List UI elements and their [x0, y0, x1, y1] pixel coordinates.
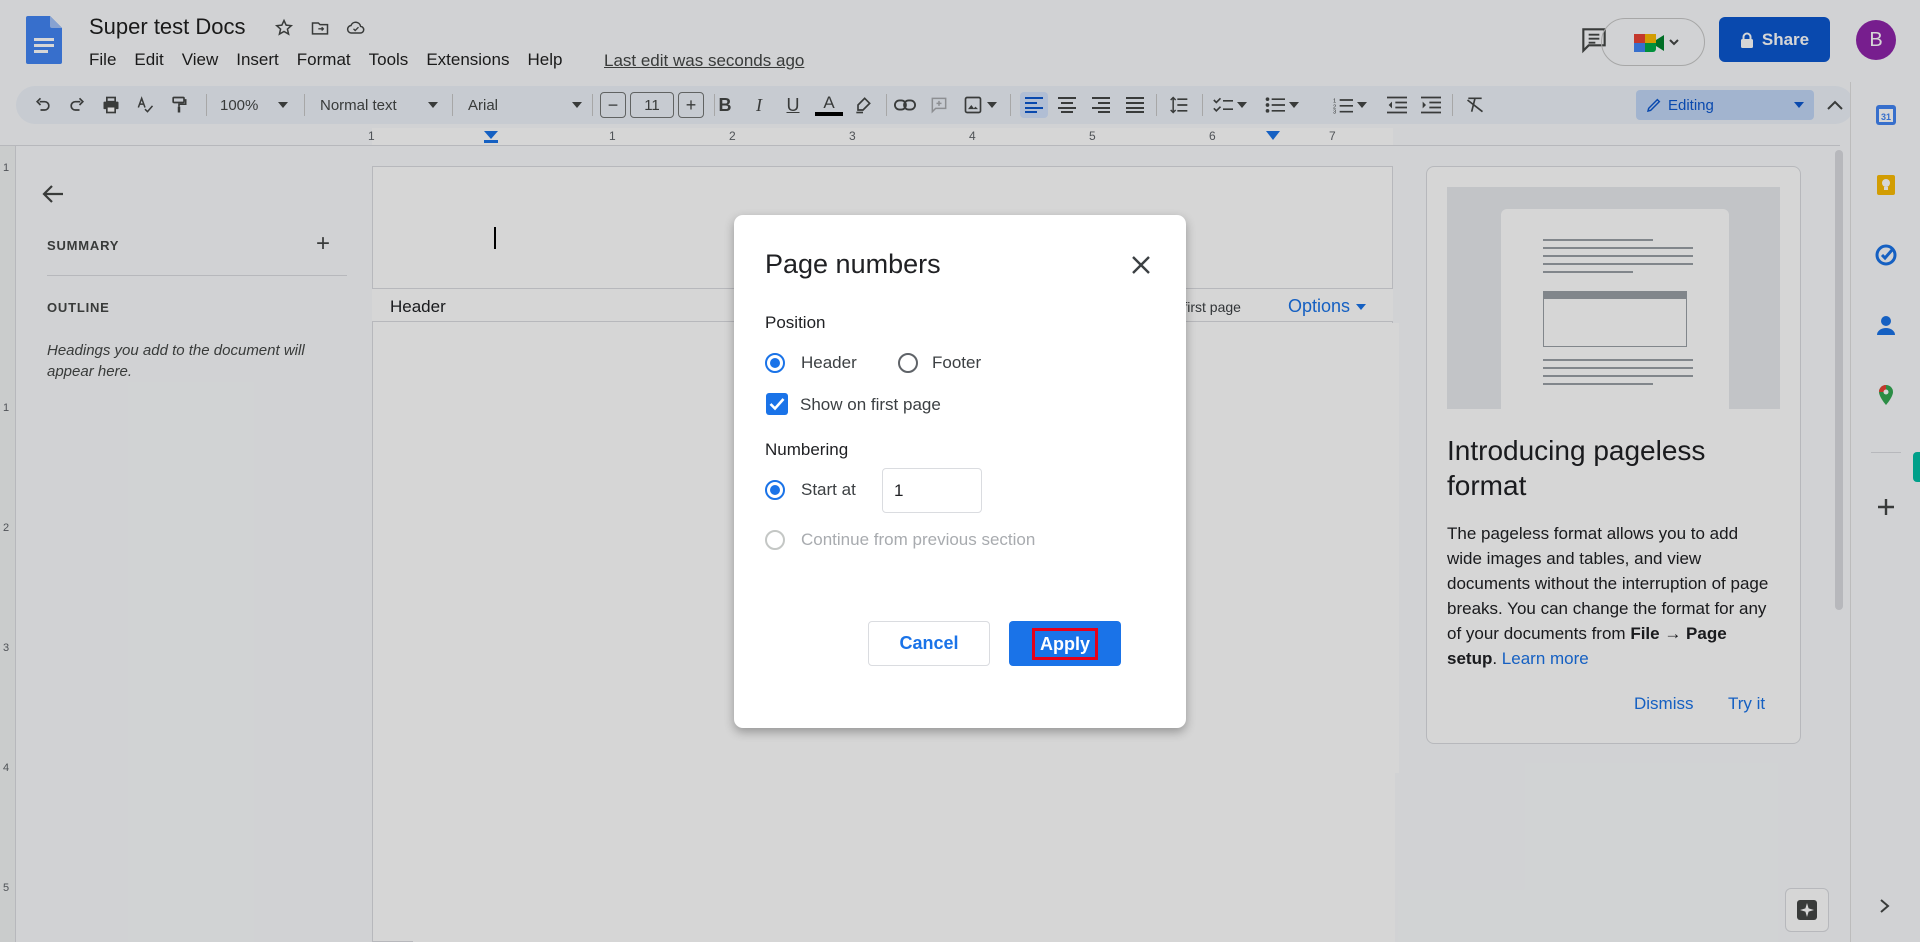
- show-first-page-label[interactable]: Show on first page: [800, 395, 941, 415]
- page-preview-bottom: [731, 728, 1395, 942]
- start-at-input[interactable]: [882, 468, 982, 513]
- dialog-title: Page numbers: [765, 249, 941, 279]
- start-at-radio[interactable]: [765, 480, 785, 500]
- apply-button[interactable]: Apply: [1009, 621, 1121, 666]
- cancel-button[interactable]: Cancel: [868, 621, 990, 666]
- apply-label: Apply: [1031, 627, 1098, 660]
- checkmark-icon: [769, 398, 785, 411]
- header-radio[interactable]: [765, 353, 785, 373]
- page-preview-right: [1189, 323, 1399, 773]
- show-first-page-checkbox[interactable]: [766, 393, 788, 415]
- continue-label[interactable]: Continue from previous section: [801, 530, 1035, 550]
- numbering-label: Numbering: [765, 440, 849, 459]
- continue-radio[interactable]: [765, 530, 785, 550]
- page-numbers-dialog: Page numbers Position Header Footer Show…: [734, 215, 1186, 728]
- footer-radio[interactable]: [898, 353, 918, 373]
- position-label: Position: [765, 313, 826, 332]
- start-at-label[interactable]: Start at: [801, 480, 856, 500]
- page-preview-left: [413, 328, 731, 942]
- header-option-label[interactable]: Header: [801, 353, 857, 373]
- footer-option-label[interactable]: Footer: [932, 353, 981, 373]
- close-icon[interactable]: [1126, 250, 1156, 280]
